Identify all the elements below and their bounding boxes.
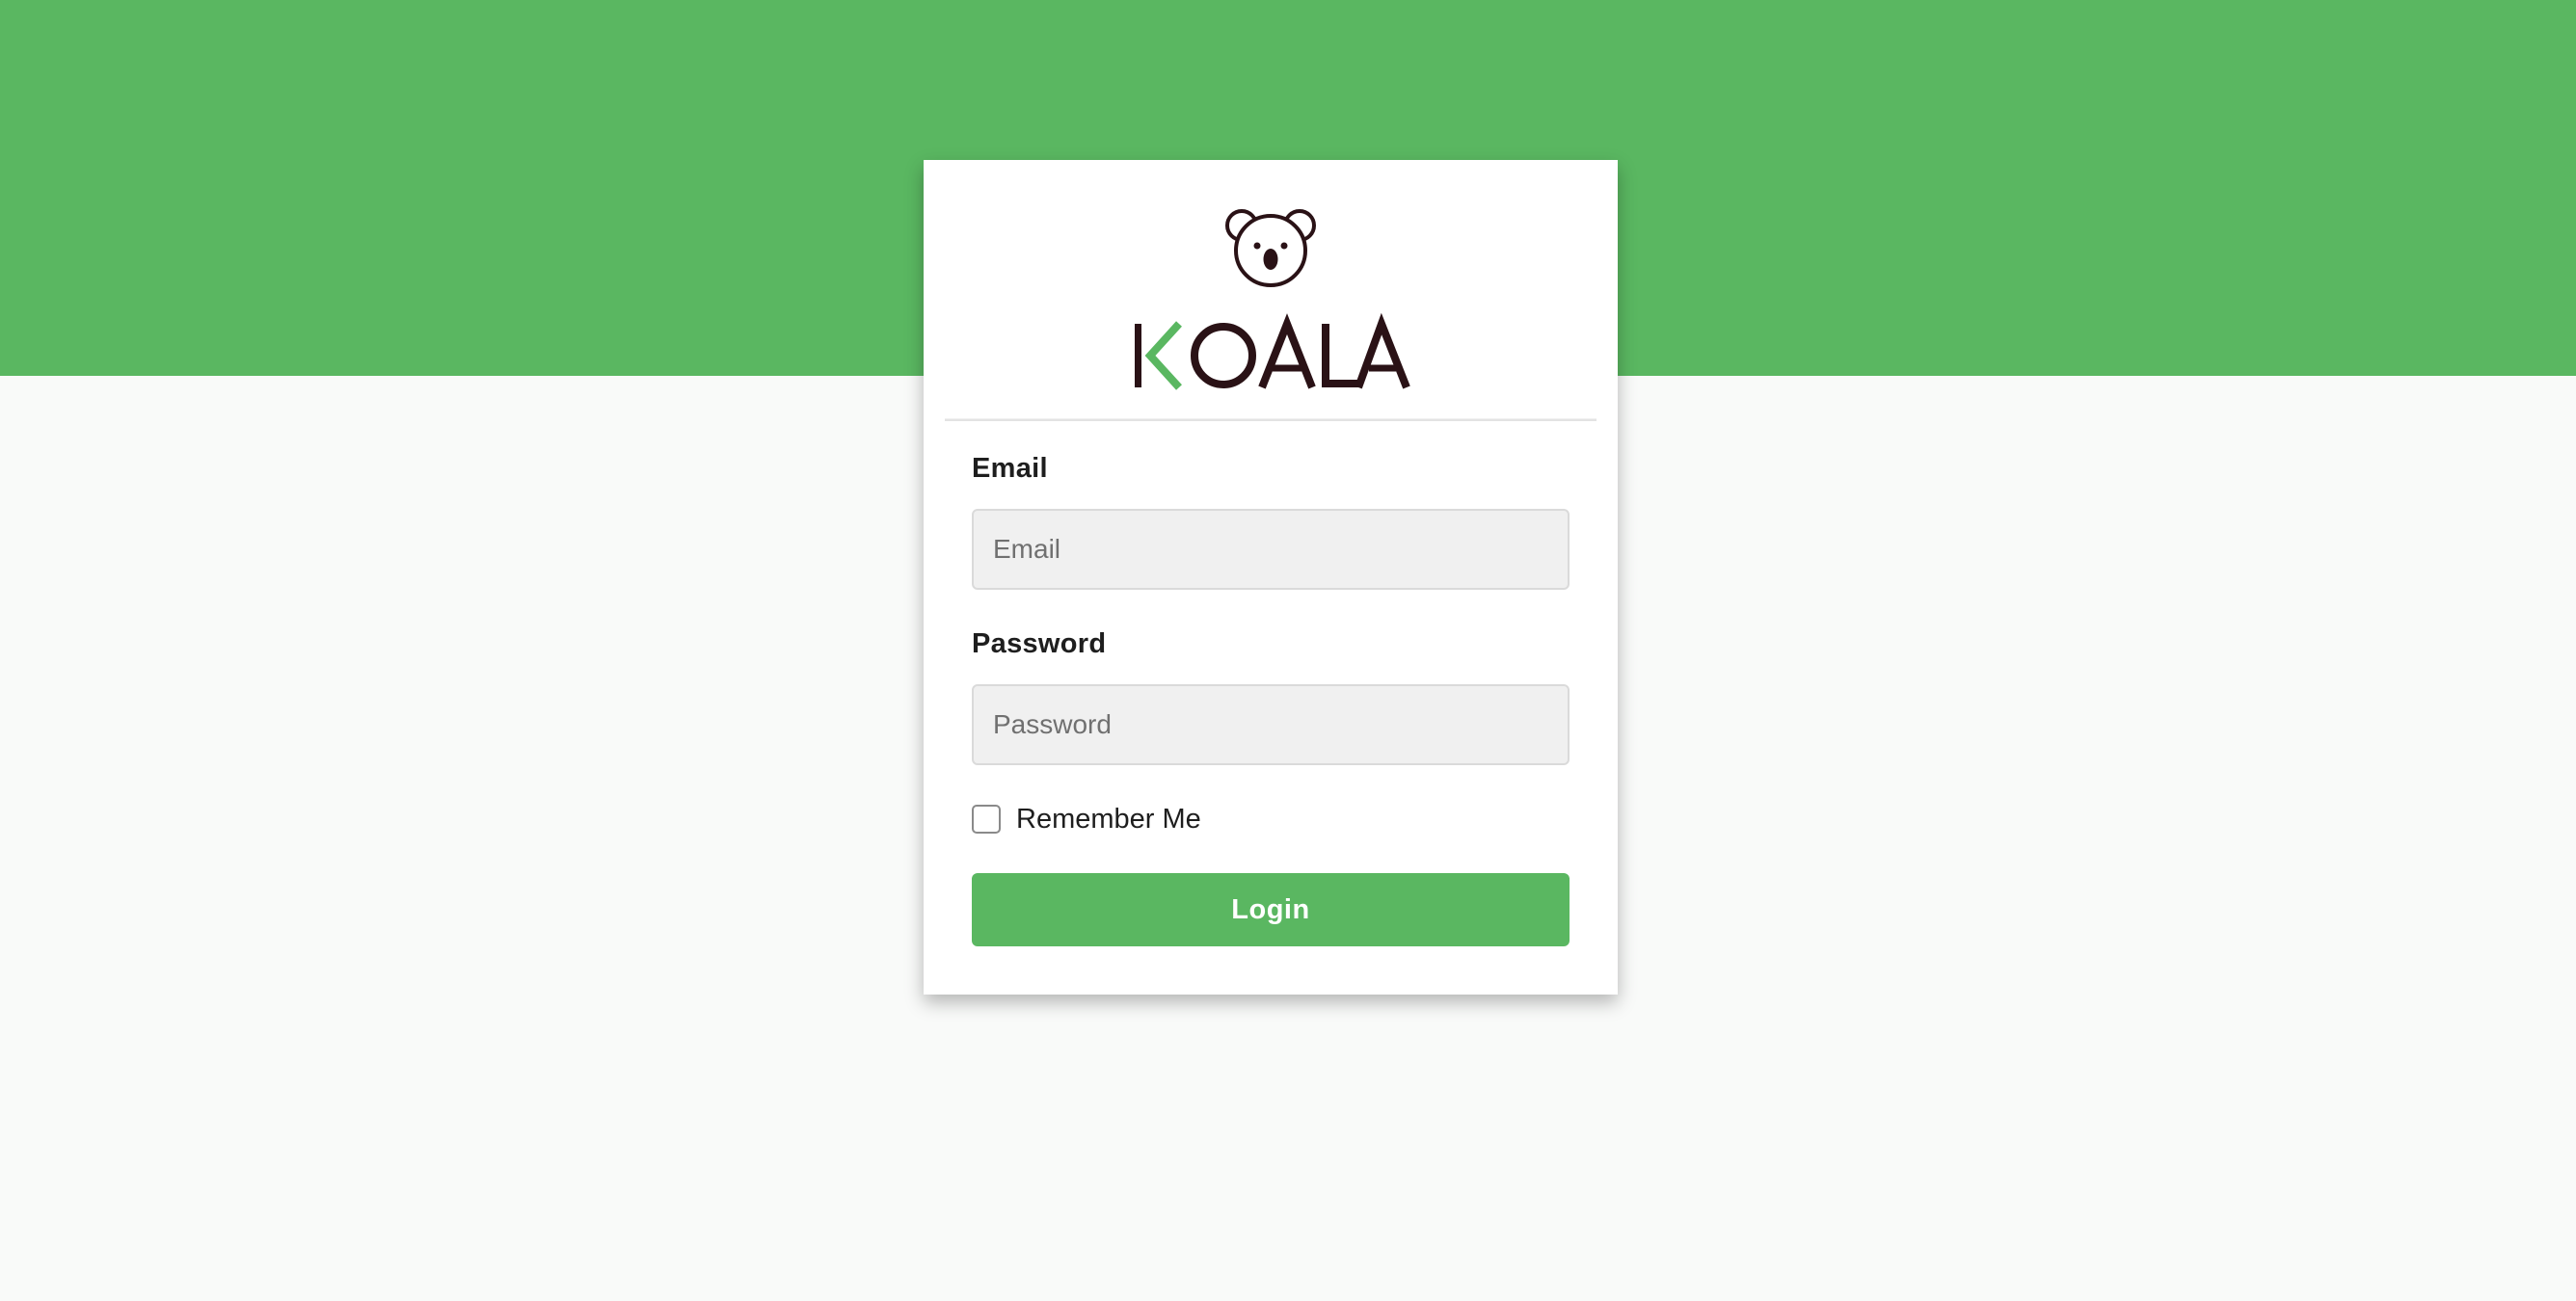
email-label: Email xyxy=(972,453,1048,484)
remember-me-label[interactable]: Remember Me xyxy=(1016,804,1201,836)
login-card: Email Password Remember Me Login xyxy=(924,160,1618,995)
login-form: Email Password Remember Me Login xyxy=(972,449,1570,946)
login-button[interactable]: Login xyxy=(972,873,1570,946)
email-input[interactable] xyxy=(972,509,1570,590)
card-header xyxy=(924,160,1618,420)
koala-wordmark-logo xyxy=(924,312,1618,399)
koala-icon xyxy=(1225,209,1316,287)
remember-me-checkbox[interactable] xyxy=(972,805,1001,834)
password-input[interactable] xyxy=(972,684,1570,765)
wordmark-graphic xyxy=(1135,312,1410,390)
field-spacer xyxy=(972,590,1570,624)
remember-me-row[interactable]: Remember Me xyxy=(972,800,1570,838)
header-divider xyxy=(945,418,1597,421)
password-label: Password xyxy=(972,628,1107,659)
